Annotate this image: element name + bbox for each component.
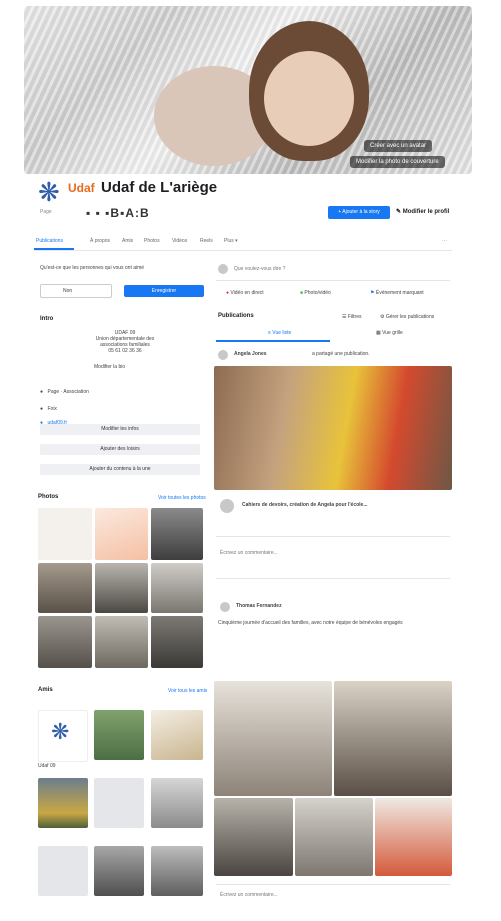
logo-text: Udaf bbox=[68, 181, 95, 195]
photo-thumb[interactable] bbox=[151, 508, 203, 560]
photo-thumb[interactable] bbox=[38, 508, 92, 560]
intro-bio: UDAF 09 Union départementale des associa… bbox=[70, 330, 180, 354]
post-body-line: Cinquième journée d'accueil des familles… bbox=[218, 620, 403, 626]
divider bbox=[216, 536, 450, 537]
create-avatar-button[interactable]: Créer avec un avatar bbox=[364, 140, 433, 152]
page-logo[interactable]: ❋ bbox=[34, 177, 66, 209]
filters-button[interactable]: ☰ Filtres bbox=[342, 314, 361, 320]
more-options-icon[interactable]: ⋯ bbox=[442, 238, 447, 244]
list-view-tab[interactable]: ≡ Vue liste bbox=[268, 330, 291, 336]
live-video-label: Vidéo en direct bbox=[230, 290, 264, 296]
add-hobbies-button[interactable]: Ajouter des loisirs bbox=[40, 444, 200, 455]
divider bbox=[216, 578, 450, 579]
composer-avatar bbox=[218, 264, 228, 274]
grid-view-tab[interactable]: ▦ Vue grille bbox=[376, 330, 403, 336]
logo-star-icon: ❋ bbox=[38, 177, 60, 207]
bio-line: 05 61 02 36 36 bbox=[108, 348, 142, 354]
tab-photos[interactable]: Photos bbox=[144, 238, 160, 244]
friend-photo[interactable] bbox=[94, 710, 144, 760]
cover-child-face bbox=[264, 51, 354, 146]
intro-heading: Intro bbox=[40, 316, 54, 322]
friend-photo[interactable]: ❋ bbox=[38, 710, 88, 762]
photo-icon: ■ bbox=[300, 290, 304, 296]
divider bbox=[216, 884, 450, 885]
photo-thumb[interactable] bbox=[38, 563, 92, 613]
tab-reels[interactable]: Reels bbox=[200, 238, 213, 244]
posts-heading: Publications bbox=[218, 313, 254, 319]
profile-tabs: Publications À propos Amis Photos Vidéos… bbox=[34, 236, 452, 251]
cover-photo: Créer avec un avatar Modifier la photo d… bbox=[24, 6, 472, 174]
live-icon: ● bbox=[226, 290, 230, 296]
photo-thumb[interactable] bbox=[95, 508, 148, 560]
tab-about[interactable]: À propos bbox=[90, 238, 110, 244]
friend-photo[interactable] bbox=[94, 778, 144, 828]
post-author[interactable]: Thomas Fernandez bbox=[236, 603, 282, 609]
post-image[interactable] bbox=[334, 681, 452, 796]
post-author[interactable]: Angela Jones bbox=[234, 351, 267, 357]
active-view-indicator bbox=[216, 340, 330, 342]
photo-thumb[interactable] bbox=[151, 563, 203, 613]
see-all-photos-link[interactable]: Voir toutes les photos bbox=[158, 495, 206, 501]
intro-prompt: Qu'est-ce que les personnes qui vous ont… bbox=[40, 265, 145, 271]
intro-item: ● Page · Association bbox=[40, 380, 89, 398]
divider bbox=[216, 280, 450, 281]
live-video-button[interactable]: ● Vidéo en direct bbox=[226, 290, 264, 296]
post-image[interactable] bbox=[214, 798, 293, 876]
friend-photo[interactable] bbox=[38, 846, 88, 896]
friend-photo[interactable] bbox=[151, 778, 203, 828]
friend-name[interactable]: Udaf 09 bbox=[38, 763, 56, 769]
post-image[interactable] bbox=[214, 681, 332, 796]
logo-star-icon: ❋ bbox=[51, 719, 70, 744]
see-all-friends-link[interactable]: Voir tous les amis bbox=[168, 688, 207, 694]
comment-input[interactable]: Écrivez un commentaire... bbox=[220, 550, 278, 556]
friend-photo[interactable] bbox=[94, 846, 144, 896]
friend-photo[interactable] bbox=[151, 846, 203, 896]
save-button[interactable]: Enregistrer bbox=[124, 285, 204, 297]
edit-profile-button[interactable]: ✎ Modifier le profil bbox=[396, 206, 449, 219]
photo-thumb[interactable] bbox=[95, 616, 148, 668]
photo-thumb[interactable] bbox=[38, 616, 92, 668]
intro-input-value: Non bbox=[63, 288, 73, 294]
post-author-avatar[interactable] bbox=[220, 602, 230, 612]
add-featured-button[interactable]: Ajouter du contenu à la une bbox=[40, 464, 200, 475]
manage-posts-button[interactable]: ⚙ Gérer les publications bbox=[380, 314, 434, 320]
comment-input[interactable]: Écrivez un commentaire... bbox=[220, 892, 278, 898]
post-action: a partagé une publication. bbox=[312, 351, 370, 357]
post-image[interactable] bbox=[295, 798, 373, 876]
tab-friends[interactable]: Amis bbox=[122, 238, 133, 244]
friends-heading: Amis bbox=[38, 687, 53, 693]
tab-videos[interactable]: Vidéos bbox=[172, 238, 187, 244]
tab-more[interactable]: Plus ▾ bbox=[224, 238, 238, 244]
intro-item-label: Page · Association bbox=[47, 389, 89, 395]
composer-input[interactable]: Que voulez-vous dire ? bbox=[234, 266, 285, 272]
photo-video-label: Photo/vidéo bbox=[304, 290, 331, 296]
post-image[interactable] bbox=[375, 798, 452, 876]
edit-details-button[interactable]: Modifier les infos bbox=[40, 424, 200, 435]
edit-cover-button[interactable]: Modifier la photo de couverture bbox=[350, 156, 445, 168]
info-icon: ● bbox=[40, 389, 44, 395]
page-subtitle: Page bbox=[40, 209, 52, 215]
life-event-label: Événement marquant bbox=[375, 290, 424, 296]
intro-input[interactable]: Non bbox=[40, 284, 112, 298]
post-author-avatar[interactable] bbox=[218, 350, 228, 360]
shared-avatar[interactable] bbox=[220, 499, 234, 513]
tab-publications[interactable]: Publications bbox=[36, 238, 63, 244]
post-image[interactable] bbox=[214, 366, 452, 490]
photo-video-button[interactable]: ■ Photo/vidéo bbox=[300, 290, 331, 296]
page-title: Udaf de L'ariège bbox=[101, 179, 218, 196]
add-story-button[interactable]: + Ajouter à la story bbox=[328, 206, 390, 219]
flag-icon: ⚑ bbox=[370, 290, 375, 296]
photo-thumb[interactable] bbox=[151, 616, 203, 668]
edit-bio-button[interactable]: Modifier la bio bbox=[94, 364, 125, 370]
post-body: Cinquième journée d'accueil des familles… bbox=[218, 620, 450, 627]
photos-heading: Photos bbox=[38, 494, 59, 500]
friend-photo[interactable] bbox=[151, 710, 203, 760]
photo-thumb[interactable] bbox=[95, 563, 148, 613]
life-event-button[interactable]: ⚑ Événement marquant bbox=[370, 290, 424, 296]
shared-link-title[interactable]: Cahiers de devoirs, création de Angela p… bbox=[242, 502, 442, 508]
redacted-name: ▪ ▪ ▪B▪A:B bbox=[86, 206, 150, 220]
active-tab-indicator bbox=[34, 248, 74, 250]
friend-photo[interactable] bbox=[38, 778, 88, 828]
